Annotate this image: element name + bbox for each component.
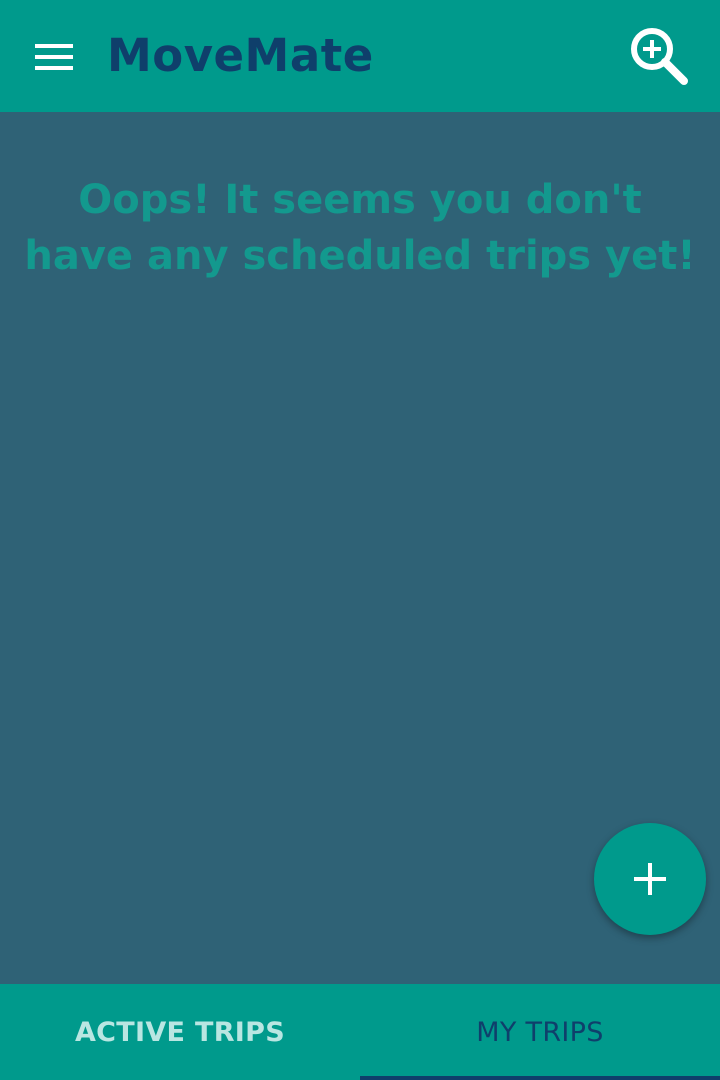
add-trip-button[interactable] <box>594 823 706 935</box>
selected-tab-indicator <box>360 1076 720 1080</box>
tab-my-trips[interactable]: MY TRIPS <box>360 984 720 1080</box>
empty-state-message: Oops! It seems you don't have any schedu… <box>24 177 696 279</box>
tab-active-trips[interactable]: ACTIVE TRIPS <box>0 984 360 1080</box>
menu-icon[interactable] <box>35 44 73 70</box>
plus-icon <box>634 863 666 895</box>
bottom-tab-bar: ACTIVE TRIPS MY TRIPS <box>0 984 720 1080</box>
app-title: MoveMate <box>107 29 374 82</box>
app-bar: MoveMate <box>0 0 720 112</box>
app-screen: MoveMate Oops! It seems you don't have a… <box>0 0 720 1080</box>
zoom-in-icon[interactable] <box>628 26 690 86</box>
